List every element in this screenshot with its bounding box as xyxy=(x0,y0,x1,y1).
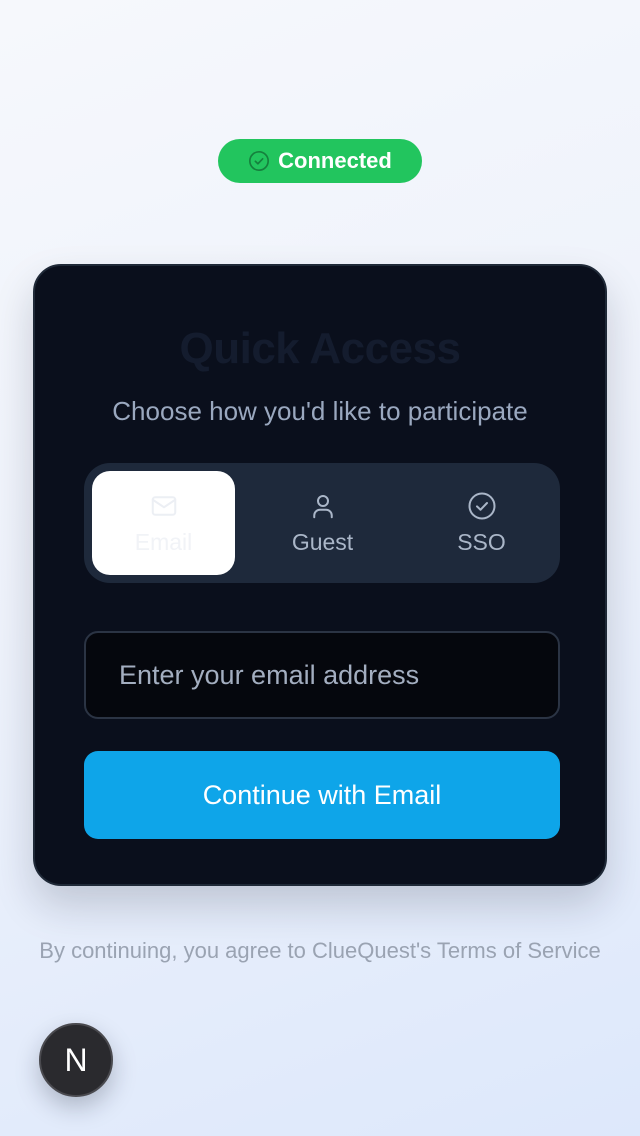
user-icon xyxy=(312,494,333,518)
tab-guest[interactable]: Guest xyxy=(251,471,394,575)
connection-status-badge: Connected xyxy=(218,139,422,183)
tab-email-label: Email xyxy=(134,528,193,555)
check-circle-icon xyxy=(468,492,495,519)
tab-sso[interactable]: SSO xyxy=(410,471,553,575)
tab-guest-label: Guest xyxy=(291,528,354,555)
email-input[interactable] xyxy=(84,631,560,719)
card-subtitle: Choose how you'd like to participate xyxy=(112,396,528,426)
terms-notice: By continuing, you agree to ClueQuest's … xyxy=(39,938,601,963)
dev-tools-label: N xyxy=(64,1041,88,1078)
quick-access-card: Quick Access Choose how you'd like to pa… xyxy=(33,264,607,886)
tab-email[interactable]: Email xyxy=(92,471,235,575)
tab-sso-label: SSO xyxy=(457,528,506,555)
check-circle-icon xyxy=(249,151,270,171)
mail-icon xyxy=(151,495,176,516)
access-method-tabs: Email Guest SSO xyxy=(84,463,560,583)
dev-tools-button[interactable]: N xyxy=(39,1023,113,1097)
card-title: Quick Access xyxy=(179,324,462,373)
continue-with-email-button[interactable]: Continue with Email xyxy=(84,751,560,839)
connection-status-label: Connected xyxy=(278,148,392,173)
